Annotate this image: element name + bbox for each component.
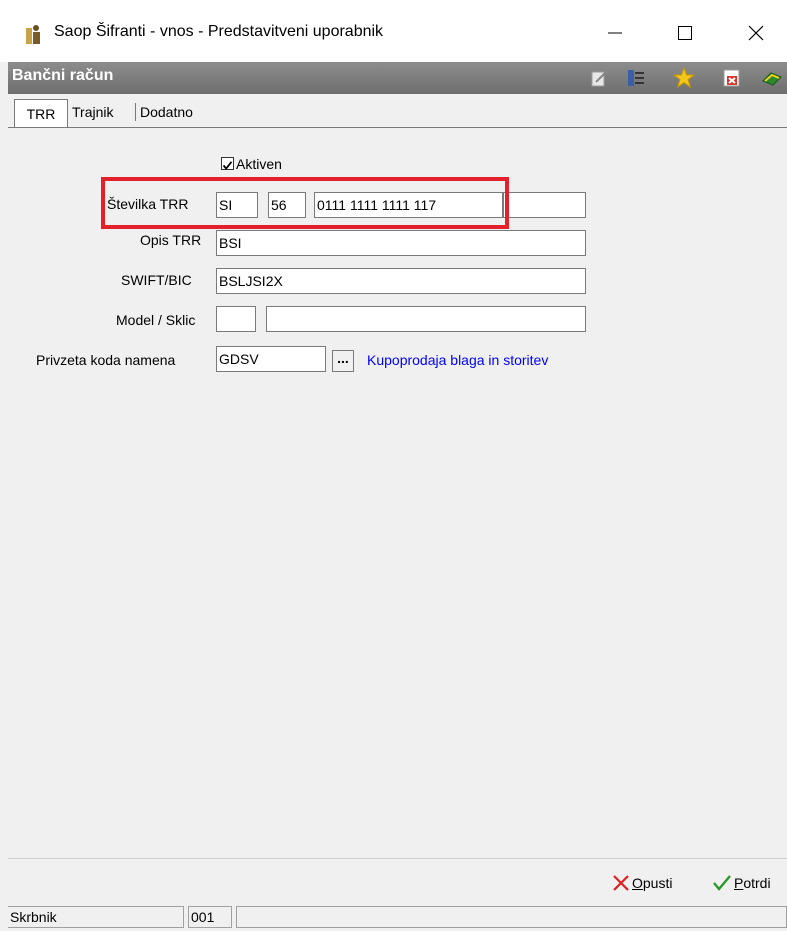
opis-label: Opis TRR: [140, 232, 202, 248]
form-title: Bančni račun: [12, 67, 114, 84]
star-icon[interactable]: [672, 66, 696, 90]
maximize-button[interactable]: [662, 14, 708, 52]
list-icon[interactable]: [624, 66, 648, 90]
cancel-x-icon: [613, 875, 629, 891]
window-title: Saop Šifranti - vnos - Predstavitveni up…: [54, 23, 384, 40]
namen-label: Privzeta koda namena: [36, 352, 176, 368]
title-bar: Saop Šifranti - vnos - Predstavitveni up…: [0, 0, 787, 62]
cancel-accel-key: O: [632, 875, 643, 891]
swift-label: SWIFT/BIC: [121, 272, 192, 288]
tab-bar: TRR Trajnik Dodatno: [8, 97, 787, 128]
maximize-icon: [678, 26, 692, 40]
help-book-icon[interactable]: [760, 66, 784, 90]
model-input[interactable]: [216, 306, 256, 332]
cancel-button[interactable]: Opusti: [612, 871, 672, 895]
excel-delete-icon[interactable]: [720, 66, 744, 90]
window: Saop Šifranti - vnos - Predstavitveni up…: [0, 0, 787, 931]
check-icon: [222, 161, 233, 170]
tab-separator: [135, 103, 136, 121]
edit-icon[interactable]: [588, 66, 612, 90]
cancel-label: pusti: [642, 875, 673, 891]
button-bar: Opusti Potrdi: [8, 858, 787, 903]
tab-trajnik[interactable]: Trajnik: [72, 100, 114, 124]
minimize-icon: [608, 32, 622, 34]
confirm-accel-key: P: [734, 875, 744, 891]
close-button[interactable]: [733, 14, 779, 52]
namen-description-link[interactable]: Kupoprodaja blaga in storitev: [367, 352, 548, 368]
sklic-input[interactable]: [266, 306, 586, 332]
confirm-label: otrdi: [743, 875, 771, 891]
active-label: Aktiven: [236, 156, 282, 172]
confirm-check-icon: [713, 875, 731, 891]
status-bar: Skrbnik 001: [8, 904, 787, 931]
close-icon: [748, 25, 764, 41]
highlight-box: [101, 177, 509, 229]
namen-lookup-button[interactable]: ...: [332, 350, 354, 372]
confirm-button[interactable]: Potrdi: [712, 871, 771, 895]
status-user: Skrbnik: [8, 906, 184, 928]
tab-trr[interactable]: TRR: [14, 99, 68, 128]
status-code: 001: [188, 906, 232, 928]
app-icon: [24, 24, 44, 46]
form-header: Bančni račun: [8, 62, 787, 94]
tab-dodatno[interactable]: Dodatno: [140, 100, 193, 124]
trr-extra-input[interactable]: [503, 192, 586, 218]
minimize-button[interactable]: [592, 14, 638, 52]
active-checkbox[interactable]: [221, 157, 234, 170]
opis-input[interactable]: BSI: [216, 230, 586, 256]
model-label: Model / Sklic: [116, 312, 196, 328]
namen-input[interactable]: GDSV: [216, 346, 326, 372]
swift-input[interactable]: BSLJSI2X: [216, 268, 586, 294]
status-extra: [236, 906, 787, 928]
